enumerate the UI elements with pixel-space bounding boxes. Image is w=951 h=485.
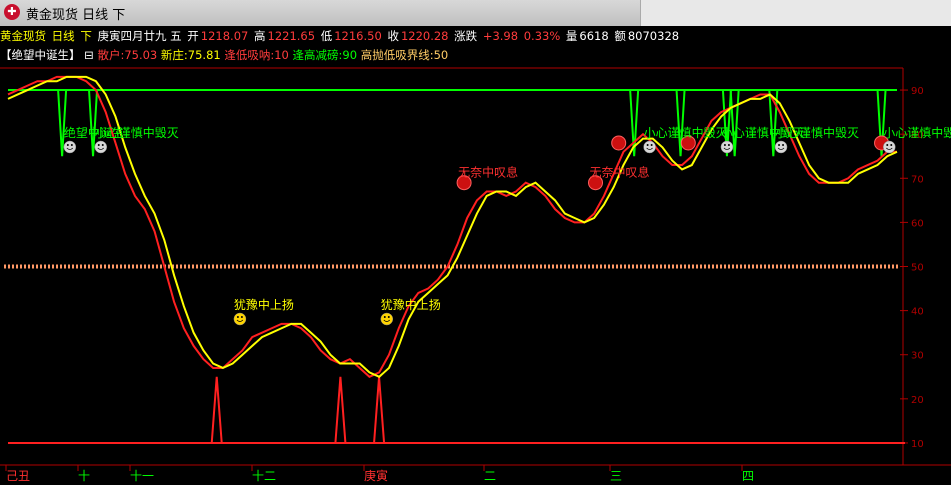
signal-annotation: 小心谨慎中毁灭: [95, 125, 179, 140]
x-tick-label: 十二: [252, 469, 276, 483]
signal-annotation: 无奈中叹息: [590, 165, 650, 180]
smiley-eye: [782, 143, 785, 146]
y-tick-label: 60: [911, 218, 924, 229]
buy-low-spike: [210, 376, 223, 444]
smiley-eye: [727, 143, 730, 146]
smiley-eye: [70, 143, 73, 146]
smiley-eye: [66, 143, 69, 146]
y-tick-label: 70: [911, 174, 924, 185]
signal-annotation: 无奈中叹息: [458, 165, 518, 180]
smiley-icon: [883, 140, 896, 154]
signal-annotation: 小心谨慎中毁灭: [775, 125, 859, 140]
smiley-eye: [886, 143, 889, 146]
buy-low-spike: [334, 376, 347, 444]
indicator-chart[interactable]: 102030405060708090 绝望中诞生小心谨慎中毁灭犹豫中上扬 犹豫中上…: [0, 0, 951, 485]
y-tick-label: 90: [911, 86, 924, 97]
x-tick-label: 三: [610, 469, 622, 483]
x-tick-label: 十: [78, 469, 90, 483]
signal-annotation: 小心谨慎中毁灭: [883, 125, 951, 140]
smiley-eye: [97, 143, 100, 146]
signal-annotation: 小心谨慎中毁灭: [644, 125, 728, 140]
y-tick-label: 10: [911, 439, 924, 450]
smiley-eye: [387, 316, 390, 319]
x-tick-label: 十一: [130, 469, 154, 483]
smiley-eye: [723, 143, 726, 146]
banker-line: [7, 75, 898, 378]
x-tick-label: 庚寅: [364, 468, 388, 483]
red-ball-marker: [611, 135, 627, 151]
smiley-icon: [380, 312, 394, 326]
smiley-icon: [774, 140, 788, 154]
smiley-eye: [383, 316, 386, 319]
x-tick-label: 己丑: [6, 469, 30, 483]
x-tick-label: 二: [484, 469, 496, 483]
x-tick-label: 四: [742, 469, 754, 483]
signal-annotation: 犹豫中上扬: [381, 297, 441, 312]
smiley-eye: [890, 143, 893, 146]
smiley-icon: [94, 140, 108, 154]
smiley-eye: [240, 316, 243, 319]
y-tick-label: 40: [911, 307, 924, 318]
smiley-eye: [101, 143, 104, 146]
smiley-eye: [650, 143, 653, 146]
smiley-eye: [646, 143, 649, 146]
smiley-eye: [236, 316, 239, 319]
signal-annotation: 犹豫中上扬: [234, 297, 294, 312]
y-tick-label: 50: [911, 263, 924, 274]
smiley-icon: [643, 140, 656, 154]
y-tick-label: 30: [911, 351, 924, 362]
retail-line: [7, 75, 897, 378]
buy-low-spike: [373, 376, 386, 444]
smiley-eye: [778, 143, 781, 146]
smiley-icon: [720, 140, 734, 154]
smiley-icon: [233, 312, 247, 326]
smiley-icon: [63, 140, 77, 154]
y-tick-label: 20: [911, 395, 924, 406]
